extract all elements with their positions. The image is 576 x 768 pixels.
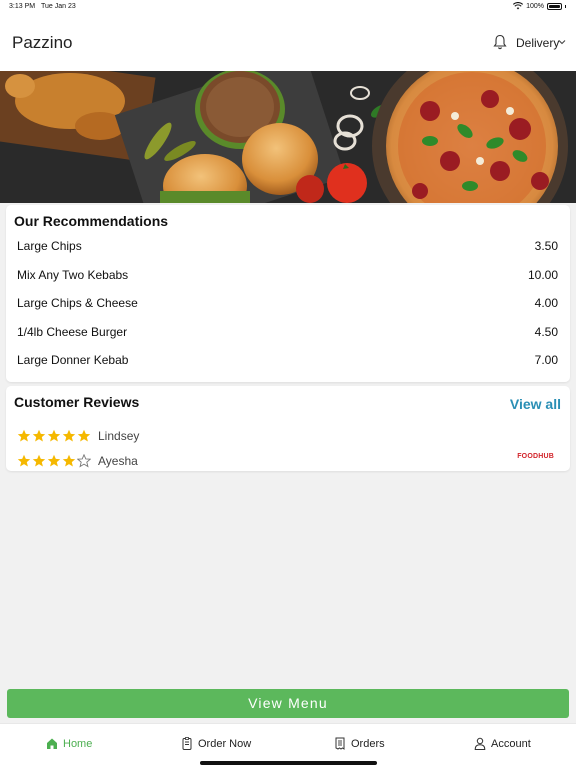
battery-icon [547,2,562,10]
recommendation-item[interactable]: Large Chips 3.50 [17,239,558,257]
recommendation-item[interactable]: Large Donner Kebab 7.00 [17,353,558,371]
item-price: 7.00 [534,353,558,367]
wifi-icon [513,2,524,10]
item-price: 4.50 [534,325,558,339]
tab-order-now[interactable]: Order Now [181,737,251,750]
battery-tip [565,4,566,8]
item-name: Large Chips & Cheese [17,296,138,310]
battery-percent: 100% [526,2,544,10]
star-filled-icon [17,429,31,442]
foodhub-logo: FOODHUB [517,453,554,460]
app-header: Pazzino Delivery [0,14,576,71]
bottom-tab-bar: Home Order Now Orders Account [0,723,576,768]
star-empty-icon [77,454,91,468]
tab-label: Orders [351,737,385,750]
star-rating [17,454,91,468]
item-price: 4.00 [534,296,558,310]
review-item: Ayesha [17,452,138,470]
reviewer-name: Lindsey [98,429,140,443]
reviews-title: Customer Reviews [14,394,140,410]
star-filled-icon [62,454,76,467]
star-filled-icon [32,454,46,467]
chevron-down-icon[interactable] [558,39,566,45]
home-indicator [200,761,377,765]
tab-label: Account [491,737,531,750]
tab-label: Home [63,737,93,750]
reviewer-name: Ayesha [98,454,138,468]
user-icon [474,737,486,750]
reviews-card: Customer Reviews View all Lindsey Ayesha… [6,386,570,471]
food-banner-image [0,71,576,203]
recommendations-title: Our Recommendations [14,213,169,229]
item-name: 1/4lb Cheese Burger [17,325,128,339]
hero-banner [0,71,576,203]
item-name: Large Donner Kebab [17,353,129,367]
item-name: Large Chips [17,239,82,253]
star-filled-icon [47,429,61,442]
tab-account[interactable]: Account [474,737,531,750]
recommendation-item[interactable]: Large Chips & Cheese 4.00 [17,296,558,314]
home-icon [47,738,57,749]
view-menu-button[interactable]: View Menu [7,689,569,718]
star-filled-icon [32,429,46,442]
item-price: 10.00 [527,268,558,282]
star-filled-icon [77,429,91,442]
star-filled-icon [47,454,61,467]
recommendations-card: Our Recommendations Large Chips 3.50 Mix… [6,205,570,382]
recommendation-item[interactable]: Mix Any Two Kebabs 10.00 [17,268,558,286]
tab-home[interactable]: Home [46,737,92,750]
star-filled-icon [62,429,76,442]
delivery-selector[interactable]: Delivery [516,36,559,50]
restaurant-title: Pazzino [12,33,73,52]
recommendation-item[interactable]: 1/4lb Cheese Burger 4.50 [17,325,558,343]
item-price: 3.50 [534,239,558,253]
star-rating [17,429,91,443]
view-all-link[interactable]: View all [510,396,561,412]
order-icon [182,737,192,750]
receipt-icon [335,737,345,750]
status-date: Tue Jan 23 [41,3,76,10]
tab-orders[interactable]: Orders [334,737,385,750]
status-time: 3:13 PM [9,3,36,10]
bell-icon[interactable] [493,34,507,50]
tab-label: Order Now [198,737,252,750]
status-right: 100% [513,2,566,10]
status-bar: 3:13 PM Tue Jan 23 100% [0,0,576,14]
review-item: Lindsey [17,427,139,445]
item-name: Mix Any Two Kebabs [17,268,129,282]
star-filled-icon [17,454,31,467]
